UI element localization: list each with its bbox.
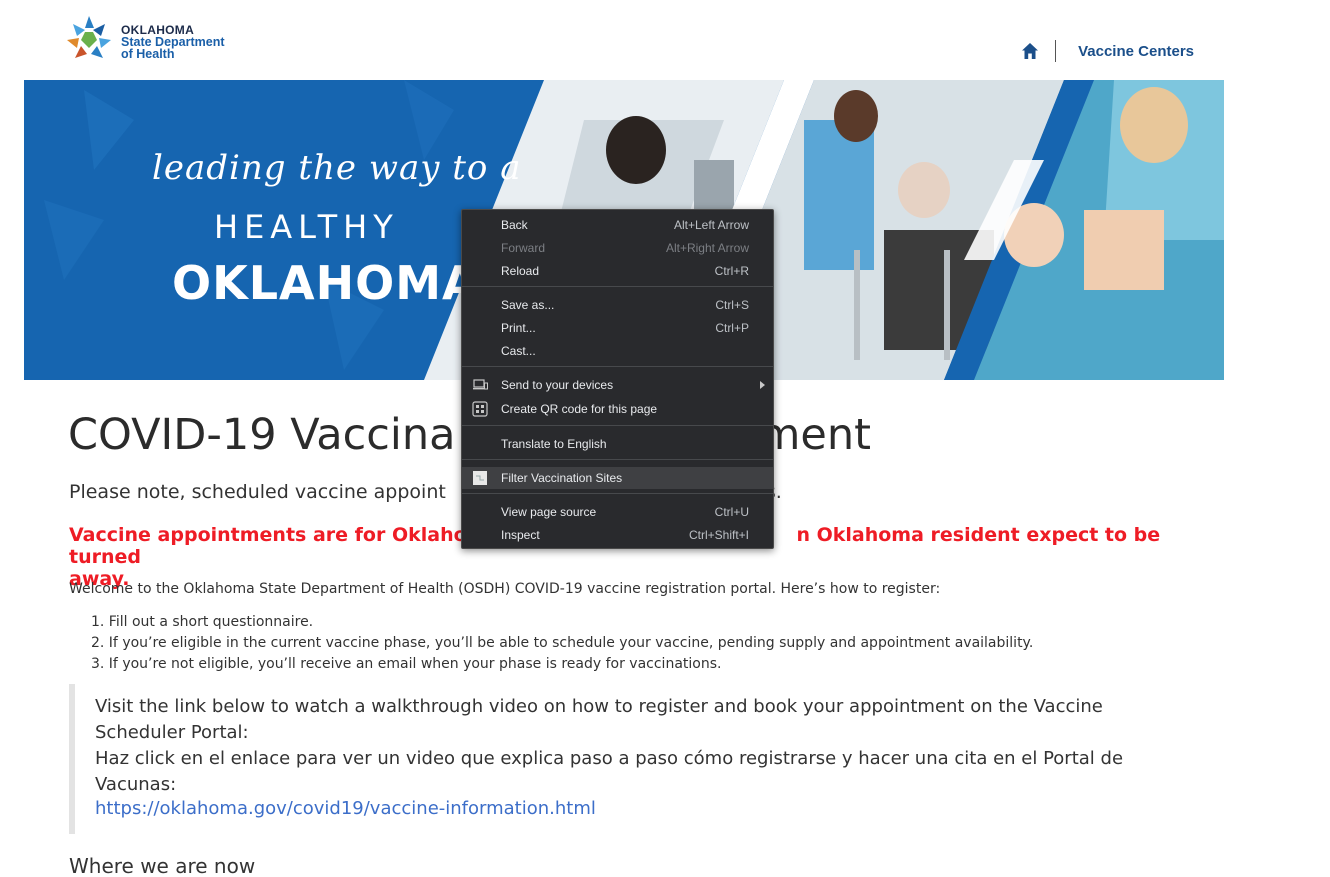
menu-item-label: Send to your devices [501,378,614,392]
menu-item-inspect[interactable]: Inspect Ctrl+Shift+I [462,524,773,546]
menu-item-back[interactable]: Back Alt+Left Arrow [462,214,773,236]
step-item: 1. Fill out a short questionnaire. [91,614,314,630]
menu-item-forward[interactable]: Forward Alt+Right Arrow [462,237,773,259]
menu-separator [462,366,773,367]
appointment-note-start: Please note, scheduled vaccine appoint [69,481,446,503]
menu-item-view-page-source[interactable]: View page source Ctrl+U [462,501,773,523]
menu-item-shortcut: Ctrl+U [714,505,749,519]
vaccine-information-link[interactable]: https://oklahoma.gov/covid19/vaccine-inf… [95,798,596,819]
qr-code-icon [472,401,488,417]
menu-item-shortcut: Ctrl+S [715,298,749,312]
menu-item-label: Create QR code for this page [501,402,658,416]
menu-item-label: Save as... [501,298,555,312]
menu-separator [462,459,773,460]
menu-item-label: Cast... [501,344,536,358]
menu-item-shortcut: Ctrl+R [714,264,749,278]
menu-item-label: Filter Vaccination Sites [501,471,623,485]
step-item: 3. If you’re not eligible, you’ll receiv… [91,656,722,672]
menu-item-reload[interactable]: Reload Ctrl+R [462,260,773,282]
menu-separator [462,425,773,426]
logo-line-of-health: of Health [121,47,175,61]
step-item: 2. If you’re eligible in the current vac… [91,635,1034,651]
submenu-arrow-icon [760,381,765,389]
menu-item-label: View page source [501,505,597,519]
menu-item-print[interactable]: Print... Ctrl+P [462,317,773,339]
callout-english: Visit the link below to watch a walkthro… [95,696,1103,743]
menu-item-label: Translate to English [501,437,607,451]
registration-steps: 1. Fill out a short questionnaire. 2. If… [91,612,1033,675]
logo-text: OKLAHOMA State Department of Health [121,24,225,60]
menu-item-filter-vaccination-sites[interactable]: Filter Vaccination Sites [462,467,773,489]
site-header: OKLAHOMA State Department of Health Vacc… [0,0,1330,80]
banner-oklahoma: OKLAHOMA [172,256,479,310]
menu-item-translate[interactable]: Translate to English [462,433,773,455]
page-title-start: COVID-19 Vaccina [68,410,456,460]
menu-item-label: Back [501,218,528,232]
walkthrough-callout: Visit the link below to watch a walkthro… [69,684,1169,834]
menu-item-label: Print... [501,321,536,335]
menu-item-label: Reload [501,264,540,278]
menu-item-create-qr-code[interactable]: Create QR code for this page [462,398,773,420]
where-we-are-now-heading: Where we are now [69,854,256,877]
menu-item-shortcut: Alt+Left Arrow [673,218,749,232]
menu-separator [462,286,773,287]
menu-item-save-as[interactable]: Save as... Ctrl+S [462,294,773,316]
residency-warning-start: Vaccine appointments are for Oklahom [69,524,487,546]
menu-item-shortcut: Alt+Right Arrow [665,241,749,255]
browser-context-menu: Back Alt+Left Arrow Forward Alt+Right Ar… [461,209,774,549]
devices-icon [473,379,488,390]
home-icon[interactable] [1021,42,1039,60]
menu-item-label: Forward [501,241,546,255]
menu-item-send-to-devices[interactable]: Send to your devices [462,374,773,396]
osdh-logo[interactable]: OKLAHOMA State Department of Health [65,14,245,66]
extension-icon [473,471,487,485]
page-title-end: ment [758,410,871,460]
menu-item-shortcut: Ctrl+P [715,321,749,335]
menu-item-shortcut: Ctrl+Shift+I [688,528,749,542]
vaccine-centers-link[interactable]: Vaccine Centers [1078,43,1194,60]
welcome-text: Welcome to the Oklahoma State Department… [69,581,941,597]
menu-separator [462,493,773,494]
menu-item-cast[interactable]: Cast... [462,340,773,362]
osdh-star-logo-icon [67,16,111,58]
callout-spanish: Haz click en el enlace para ver un video… [95,748,1124,795]
nav-divider [1055,40,1057,62]
banner-healthy: HEALTHY [214,208,399,246]
menu-item-label: Inspect [501,528,540,542]
top-nav: Vaccine Centers [1021,40,1194,62]
banner-tagline: leading the way to a [152,148,522,188]
